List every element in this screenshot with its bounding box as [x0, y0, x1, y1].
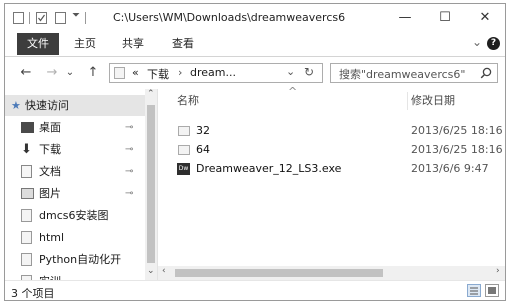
nav-item-desktop[interactable]: 桌面 ⊸ [5, 117, 145, 138]
close-button[interactable]: ✕ [465, 4, 505, 32]
title-bar: ⏷ C:\Users\WM\Downloads\dreamweavercs6 —… [5, 4, 505, 32]
address-bar[interactable]: « 下载 › dream... ⌄ ↻ [109, 63, 323, 83]
address-dropdown-icon[interactable]: ⌄ [286, 65, 295, 78]
forward-icon[interactable]: → [44, 65, 60, 81]
exe-icon: Dw [177, 163, 190, 175]
nav-item-label: 实训 [39, 271, 61, 280]
download-icon: ⬇ [21, 142, 32, 157]
item-count: 3 个项目 [11, 287, 55, 300]
file-name: Dreamweaver_12_LS3.exe [196, 162, 342, 175]
scroll-thumb[interactable] [175, 269, 383, 277]
nav-item-downloads[interactable]: ⬇ 下载 ⊸ [5, 139, 145, 160]
separator [29, 12, 30, 24]
scroll-up-icon[interactable]: ⌃ [147, 89, 155, 99]
pin-icon[interactable]: ⊸ [125, 183, 133, 204]
column-divider[interactable] [407, 92, 408, 110]
back-icon[interactable]: ← [18, 65, 34, 81]
file-list: 名称 ^ 修改日期 32 2013/6/25 18:16 64 2013/6/2… [158, 85, 505, 280]
nav-item-label: Python自动化开 [39, 253, 122, 266]
file-name: 32 [196, 124, 210, 137]
large-icons-view-icon[interactable] [485, 284, 499, 297]
nav-item-pictures[interactable]: 图片 ⊸ [5, 183, 145, 204]
file-date: 2013/6/6 9:47 [411, 162, 489, 175]
breadcrumb-downloads[interactable]: 下载 [147, 66, 169, 82]
nav-quick-access[interactable]: ★ 快速访问 [5, 95, 145, 116]
scroll-right-icon[interactable]: › [496, 266, 500, 276]
window-title: C:\Users\WM\Downloads\dreamweavercs6 [113, 11, 346, 24]
customize-quick-access-icon[interactable]: ⏷ [72, 10, 80, 21]
search-placeholder: 搜索"dreamweavercs6" [339, 68, 466, 81]
nav-item-label: html [39, 231, 65, 244]
ribbon: 文件 主页 共享 查看 ⌄ ? [5, 32, 505, 57]
status-bar: 3 个项目 [5, 280, 505, 300]
folder-icon [21, 231, 32, 244]
nav-item-label: 文档 [39, 165, 61, 178]
tab-view[interactable]: 查看 [172, 33, 194, 55]
pin-icon[interactable]: ⊸ [125, 117, 133, 138]
app-icon[interactable] [13, 12, 24, 24]
column-header-name[interactable]: 名称 [177, 89, 199, 113]
nav-item-folder[interactable]: 实训 [5, 271, 145, 280]
minimize-button[interactable]: — [385, 4, 425, 32]
nav-quick-access-label: 快速访问 [25, 99, 69, 112]
scroll-thumb[interactable] [147, 105, 155, 263]
tab-file[interactable]: 文件 [17, 33, 59, 55]
nav-item-folder[interactable]: html [5, 227, 145, 248]
pin-icon[interactable]: ⊸ [125, 161, 133, 182]
breadcrumb-separator[interactable]: › [178, 66, 182, 79]
pictures-icon [21, 188, 34, 199]
details-view-icon[interactable] [467, 284, 481, 297]
folder-icon [21, 209, 32, 222]
tab-share[interactable]: 共享 [122, 33, 144, 55]
pin-icon[interactable]: ⊸ [125, 139, 133, 160]
folder-icon [178, 126, 190, 136]
file-row[interactable]: 64 2013/6/25 18:16 [158, 140, 505, 160]
new-folder-icon[interactable] [55, 12, 66, 24]
ribbon-expand-icon[interactable]: ⌄ [472, 35, 482, 49]
help-icon[interactable]: ? [487, 37, 500, 50]
nav-scrollbar[interactable]: ⌃ ⌄ [145, 89, 157, 280]
nav-item-folder[interactable]: dmcs6安装图 [5, 205, 145, 226]
document-icon [21, 165, 32, 178]
horizontal-scrollbar[interactable]: ‹ › [158, 266, 505, 280]
nav-item-label: 下载 [39, 143, 61, 156]
explorer-window: ⏷ C:\Users\WM\Downloads\dreamweavercs6 —… [4, 3, 506, 301]
scroll-left-icon[interactable]: ‹ [162, 266, 166, 276]
nav-item-label: 图片 [39, 187, 61, 200]
desktop-icon [21, 122, 34, 133]
maximize-button[interactable]: ☐ [425, 4, 465, 32]
up-icon[interactable]: ↑ [85, 65, 101, 81]
nav-item-label: dmcs6安装图 [39, 209, 109, 222]
search-box[interactable]: 搜索"dreamweavercs6" [330, 63, 498, 83]
folder-icon [178, 145, 190, 155]
column-header-modified[interactable]: 修改日期 [411, 89, 455, 113]
file-date: 2013/6/25 18:16 [411, 143, 503, 156]
star-icon: ★ [11, 99, 21, 112]
address-row: ← → ⌄ ↑ « 下载 › dream... ⌄ ↻ 搜索"dreamweav… [5, 57, 505, 89]
separator [85, 12, 86, 24]
search-icon[interactable] [480, 67, 492, 79]
file-name: 64 [196, 143, 210, 156]
folder-icon [114, 67, 125, 79]
sort-indicator-icon: ^ [288, 85, 298, 98]
folder-icon [21, 253, 32, 266]
navigation-pane: ★ 快速访问 桌面 ⊸ ⬇ 下载 ⊸ 文档 ⊸ 图片 ⊸ dmcs6安装图 ht… [5, 89, 157, 280]
recent-locations-icon[interactable]: ⌄ [62, 65, 78, 81]
scroll-down-icon[interactable]: ⌄ [147, 266, 155, 276]
nav-item-folder[interactable]: Python自动化开 [5, 249, 145, 270]
refresh-icon[interactable]: ↻ [304, 65, 314, 79]
nav-item-documents[interactable]: 文档 ⊸ [5, 161, 145, 182]
nav-item-label: 桌面 [39, 121, 61, 134]
properties-icon[interactable] [36, 12, 47, 24]
breadcrumb-current[interactable]: dream... [190, 66, 236, 79]
file-date: 2013/6/25 18:16 [411, 124, 503, 137]
breadcrumb-overflow[interactable]: « [132, 66, 139, 79]
tab-home[interactable]: 主页 [74, 33, 96, 55]
file-row[interactable]: 32 2013/6/25 18:16 [158, 121, 505, 141]
file-row[interactable]: Dw Dreamweaver_12_LS3.exe 2013/6/6 9:47 [158, 159, 505, 179]
